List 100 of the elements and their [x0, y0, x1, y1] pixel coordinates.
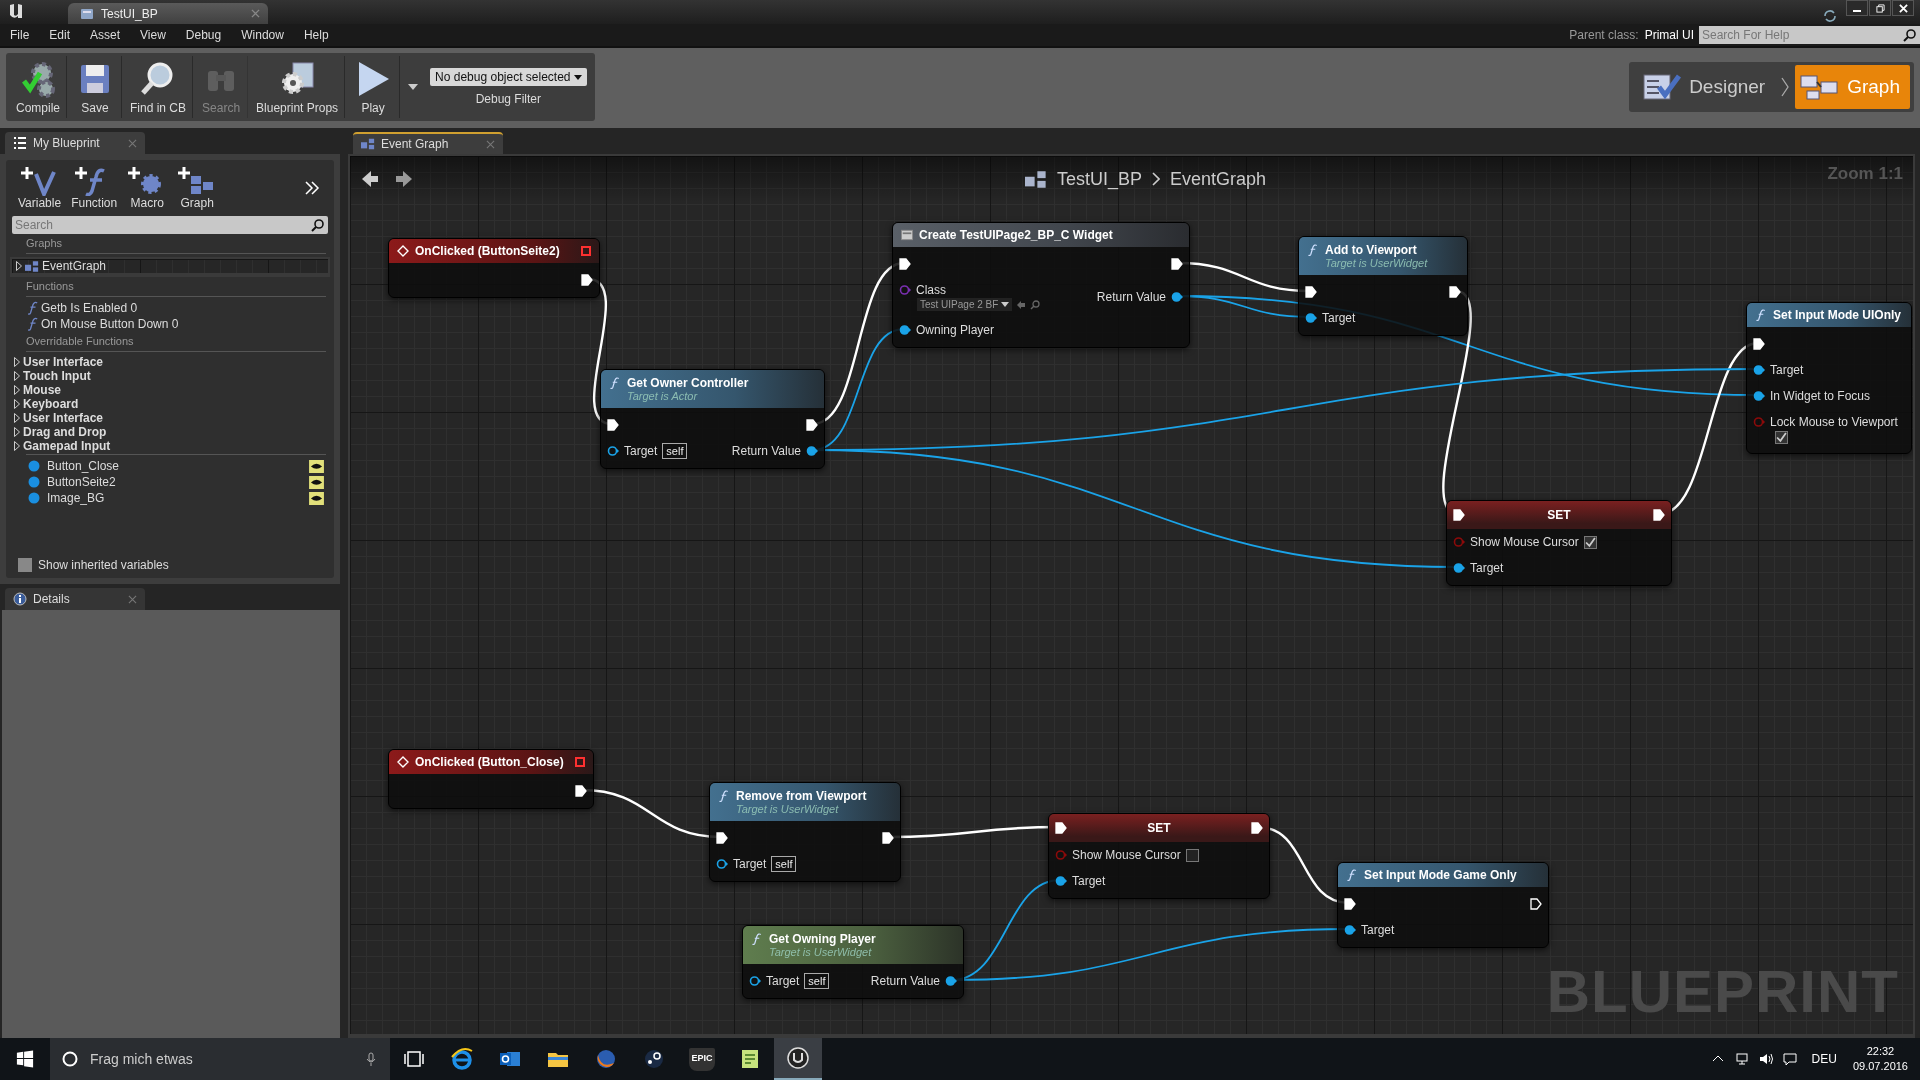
exec-pin[interactable] [716, 832, 728, 844]
class-dropdown[interactable]: Test UIPage 2 BF [917, 298, 1013, 311]
menu-item[interactable]: Help [293, 24, 339, 46]
category-item[interactable]: Gamepad Input [23, 439, 111, 453]
sync-icon[interactable] [1822, 8, 1838, 24]
graph-node[interactable]: OnClicked (Button_Close) [388, 749, 594, 809]
add-variable-button[interactable]: Variable [14, 166, 66, 210]
debug-object-dropdown[interactable]: No debug object selected [430, 68, 587, 86]
exec-pin[interactable] [1055, 822, 1067, 834]
epic-taskbar-button[interactable]: EPIC [678, 1038, 726, 1080]
caret-icon[interactable] [408, 84, 419, 90]
restore-button[interactable] [1869, 0, 1891, 16]
exec-pin[interactable] [1305, 286, 1317, 298]
menu-item[interactable]: View [130, 24, 176, 46]
data-pin[interactable] [899, 324, 911, 336]
clock-time[interactable]: 22:32 [1866, 1044, 1895, 1059]
more-icon[interactable] [304, 180, 320, 196]
back-arrow-icon[interactable] [360, 169, 380, 189]
data-pin[interactable] [749, 975, 761, 987]
input-language[interactable]: DEU [1811, 1052, 1837, 1066]
exec-pin[interactable] [1753, 338, 1765, 350]
variable-item[interactable]: ButtonSeite2 [47, 475, 116, 489]
category-item[interactable]: User Interface [23, 355, 104, 369]
props-button[interactable]: Blueprint Props [250, 56, 346, 118]
data-pin[interactable] [716, 858, 728, 870]
find-button[interactable]: Find in CB [124, 56, 194, 118]
delegate-pin-icon[interactable] [575, 757, 585, 767]
volume-icon[interactable] [1758, 1052, 1773, 1066]
exec-pin[interactable] [607, 419, 619, 431]
data-pin[interactable] [1753, 364, 1765, 376]
graph-canvas[interactable] [348, 154, 1915, 1038]
network-icon[interactable] [1734, 1052, 1749, 1066]
notification-icon[interactable] [1782, 1052, 1797, 1066]
taskbar-search-bar[interactable]: Frag mich etwas [50, 1038, 390, 1080]
close-icon[interactable] [251, 9, 260, 18]
graph-node[interactable]: Remove from Viewport Target is UserWidget Target self [709, 782, 901, 882]
graph-node[interactable]: SET Show Mouse Cursor Target [1048, 813, 1270, 899]
microphone-icon[interactable] [364, 1052, 378, 1066]
breadcrumb-item[interactable]: EventGraph [1170, 168, 1267, 190]
details-tab[interactable]: Details [5, 588, 145, 610]
menu-item[interactable]: Asset [80, 24, 131, 46]
exec-pin[interactable] [899, 258, 911, 270]
compile-button[interactable]: Compile [10, 56, 67, 118]
use-arrow-icon[interactable] [1016, 299, 1027, 310]
close-icon[interactable] [128, 594, 137, 604]
graph-node[interactable]: Set Input Mode Game Only Target [1337, 862, 1549, 948]
document-tab[interactable]: TestUI_BP [68, 3, 268, 24]
graph-node[interactable]: SET Show Mouse Cursor Target [1446, 500, 1672, 586]
eye-icon[interactable] [309, 491, 324, 505]
event-graph-tab[interactable]: Event Graph [353, 132, 503, 154]
default-value-field[interactable]: self [771, 856, 797, 872]
close-button[interactable] [1892, 0, 1914, 16]
minimize-button[interactable] [1846, 0, 1868, 16]
checkbox[interactable] [1775, 431, 1788, 444]
graph-node[interactable]: Add to Viewport Target is UserWidget Target [1298, 236, 1468, 336]
save-button[interactable]: Save [69, 56, 122, 118]
category-item[interactable]: User Interface [23, 411, 104, 425]
unreal-taskbar-button[interactable] [774, 1038, 822, 1080]
checkbox[interactable] [1185, 848, 1199, 862]
my-blueprint-tab[interactable]: My Blueprint [5, 132, 145, 154]
eye-icon[interactable] [309, 475, 324, 489]
data-pin[interactable] [945, 975, 957, 987]
forward-arrow-icon[interactable] [394, 169, 414, 189]
exec-pin[interactable] [581, 274, 593, 286]
graph-node[interactable]: Get Owning Player Target is UserWidget Target self Return Value [742, 925, 964, 999]
exec-pin[interactable] [1449, 286, 1461, 298]
function-item[interactable]: On Mouse Button Down 0 [41, 317, 179, 331]
checkbox[interactable] [18, 558, 32, 572]
data-pin[interactable] [1055, 875, 1067, 887]
exec-pin[interactable] [882, 832, 894, 844]
browse-icon[interactable] [1030, 299, 1041, 310]
graph-node[interactable]: Get Owner Controller Target is Actor Target self Return Value [600, 369, 825, 469]
data-pin[interactable] [1171, 291, 1183, 303]
graph-node[interactable]: OnClicked (ButtonSeite2) [388, 238, 600, 298]
graph-item[interactable]: EventGraph [42, 259, 107, 273]
add-function-button[interactable]: Function [67, 166, 122, 210]
clock-date[interactable]: 09.07.2016 [1852, 1059, 1908, 1074]
exec-pin[interactable] [575, 785, 587, 797]
data-pin[interactable] [1305, 312, 1317, 324]
default-value-field[interactable]: self [662, 443, 688, 459]
data-pin[interactable] [1753, 390, 1765, 402]
delegate-pin-icon[interactable] [581, 246, 591, 256]
exec-pin[interactable] [1530, 898, 1542, 910]
category-item[interactable]: Drag and Drop [23, 425, 107, 439]
play-button[interactable]: Play [347, 56, 401, 118]
search-input[interactable]: Frag mich etwas [88, 1043, 354, 1075]
menu-item[interactable]: Window [231, 24, 294, 46]
exec-pin[interactable] [1344, 898, 1356, 910]
menu-item[interactable]: File [0, 24, 40, 46]
exec-pin[interactable] [1251, 822, 1263, 834]
graph-node[interactable]: Set Input Mode UIOnly Target In Widget to Focus Lock Mouse to Viewport [1746, 302, 1912, 454]
menu-item[interactable]: Debug [175, 24, 232, 46]
default-value-field[interactable]: self [804, 973, 830, 989]
expand-arrow-icon[interactable] [16, 261, 22, 271]
data-pin[interactable] [1453, 562, 1465, 574]
checkbox[interactable] [1583, 535, 1597, 549]
breadcrumb-item[interactable]: TestUI_BP [1056, 168, 1142, 190]
variable-item[interactable]: Button_Close [47, 459, 120, 473]
category-item[interactable]: Keyboard [23, 397, 79, 411]
menu-item[interactable]: Edit [39, 24, 81, 46]
